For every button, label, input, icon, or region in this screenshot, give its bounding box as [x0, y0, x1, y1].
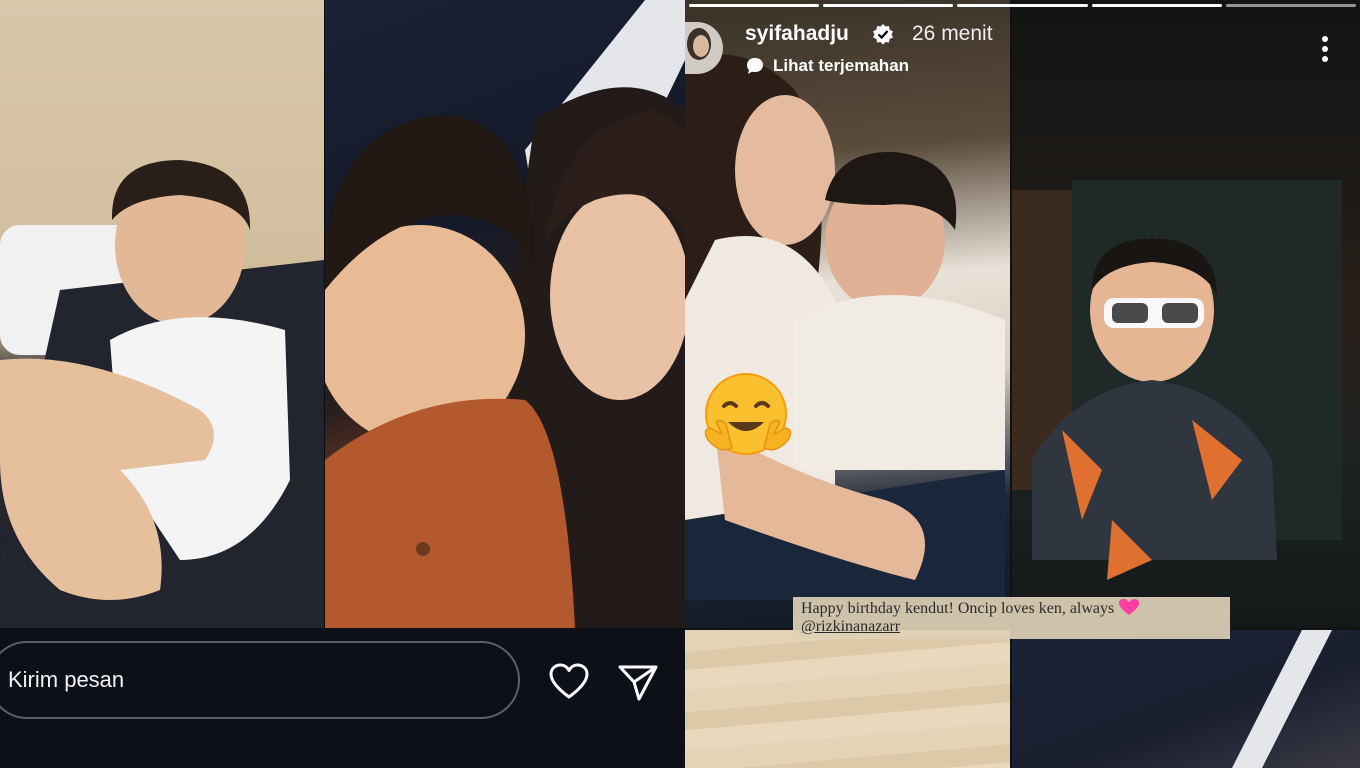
story-photo-wood-panel	[685, 630, 1010, 768]
progress-segment	[957, 4, 1088, 7]
story-caption: Happy birthday kendut! Oncip loves ken, …	[793, 597, 1230, 639]
progress-segment	[1225, 4, 1357, 7]
story-progress-bar	[685, 4, 1360, 8]
story-photo-mother-hugging-boy	[685, 0, 1010, 628]
pink-heart-icon	[1119, 599, 1140, 615]
send-button[interactable]	[617, 662, 659, 702]
verified-badge-icon	[873, 24, 893, 45]
speech-bubble-icon	[747, 58, 763, 74]
progress-segment	[689, 4, 820, 7]
story-photo-boy-with-sunglasses	[1012, 0, 1360, 628]
message-input[interactable]: Kirim pesan	[0, 641, 520, 719]
like-button[interactable]	[548, 662, 590, 702]
translate-label: Lihat terjemahan	[773, 56, 910, 75]
message-placeholder: Kirim pesan	[8, 667, 125, 692]
mention-link[interactable]: @rizkinanazarr	[801, 618, 900, 635]
send-icon	[618, 665, 658, 701]
story-photo-bed-partial	[1012, 630, 1360, 768]
progress-segment	[823, 4, 954, 7]
story-photo-boy-and-woman-selfie	[325, 0, 685, 628]
hugging-face-emoji-icon	[704, 373, 792, 455]
story-photo-toddler-on-bed	[0, 0, 324, 628]
username[interactable]: syifahadju	[745, 22, 849, 46]
caption-text: Happy birthday kendut! Oncip loves ken, …	[801, 600, 1115, 617]
translate-link[interactable]: Lihat terjemahan	[745, 56, 909, 76]
progress-segment	[1091, 4, 1222, 7]
heart-icon	[549, 663, 589, 699]
more-options-icon[interactable]	[1321, 34, 1329, 64]
left-story-viewer: Kirim pesan	[0, 0, 685, 768]
time-ago: 26 menit	[912, 22, 993, 45]
right-story-viewer: syifahadju 26 menit Lihat terjemahan Hap…	[685, 0, 1360, 768]
